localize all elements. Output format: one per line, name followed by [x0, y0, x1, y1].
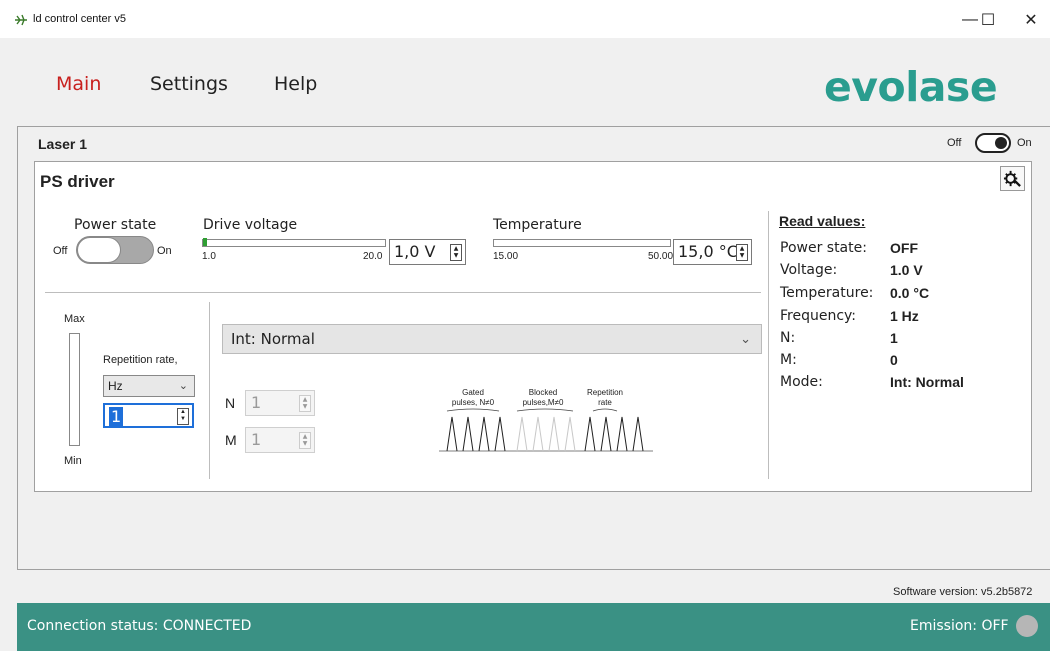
repetition-rate-value: 1	[109, 407, 124, 426]
software-version: Software version: v5.2b5872	[893, 586, 1033, 598]
temperature-value: 15,0 °C	[678, 242, 738, 261]
evolase-logo: evolase	[824, 63, 998, 111]
ps-driver-title: PS driver	[40, 172, 115, 191]
read-key-temperature: Temperature:	[780, 285, 874, 301]
read-key-n: N:	[780, 330, 796, 346]
power-state-off-label: Off	[53, 245, 68, 257]
level-min-label: Min	[64, 455, 82, 467]
emission-status: Emission: OFF	[910, 618, 1009, 634]
chevron-down-icon: ⌄	[178, 380, 188, 392]
menu-help[interactable]: Help	[274, 73, 317, 95]
window-title: ld control center v5	[33, 13, 126, 25]
driver-settings-button[interactable]	[1000, 166, 1025, 191]
diagram-rep-line1: Repetition	[587, 388, 623, 397]
power-state-on-label: On	[157, 245, 172, 257]
spinner-arrows-icon[interactable]: ▲ ▼	[177, 408, 189, 425]
divider	[209, 302, 210, 479]
read-key-power-state: Power state:	[780, 240, 867, 256]
diagram-blocked-line2: pulses,M≠0	[523, 398, 564, 407]
read-value-temperature: 0.0 °C	[890, 285, 930, 301]
gear-icon	[1003, 170, 1021, 187]
menu-main[interactable]: Main	[56, 73, 101, 95]
diagram-rep-line2: rate	[598, 398, 612, 407]
maximize-button[interactable]: ☐	[969, 8, 1007, 32]
diagram-gated-line1: Gated	[462, 388, 484, 397]
m-label: M	[225, 432, 237, 448]
read-value-voltage: 1.0 V	[890, 262, 923, 278]
connection-status: Connection status: CONNECTED	[27, 618, 252, 634]
read-key-m: M:	[780, 352, 797, 368]
drive-voltage-slider[interactable]	[202, 239, 386, 247]
power-state-label: Power state	[74, 217, 157, 233]
title-bar	[0, 0, 1050, 38]
repetition-rate-label: Repetition rate,	[103, 354, 178, 366]
drive-voltage-input[interactable]: 1,0 V ▲ ▼	[389, 239, 466, 265]
n-value: 1	[251, 393, 262, 412]
drive-voltage-max: 20.0	[363, 251, 383, 262]
temperature-slider[interactable]	[493, 239, 671, 247]
read-value-power-state: OFF	[890, 240, 918, 256]
n-input[interactable]: 1 ▲ ▼	[245, 390, 315, 416]
mode-select-value: Int: Normal	[231, 330, 315, 348]
spinner-arrows-icon[interactable]: ▲ ▼	[299, 432, 311, 449]
read-key-mode: Mode:	[780, 374, 823, 390]
read-value-n: 1	[890, 330, 898, 346]
read-value-m: 0	[890, 352, 898, 368]
divider	[768, 211, 769, 479]
repetition-unit-select[interactable]: Hz ⌄	[103, 375, 195, 397]
spinner-arrows-icon[interactable]: ▲ ▼	[736, 244, 748, 261]
temperature-label: Temperature	[493, 217, 582, 233]
drive-voltage-value: 1,0 V	[394, 242, 436, 261]
laser-power-toggle[interactable]	[975, 133, 1011, 153]
divider	[45, 292, 761, 293]
read-value-frequency: 1 Hz	[890, 308, 919, 324]
m-value: 1	[251, 430, 262, 449]
menu-settings[interactable]: Settings	[150, 73, 228, 95]
temperature-max: 50.00	[648, 251, 674, 262]
drive-voltage-label: Drive voltage	[203, 217, 298, 233]
app-icon	[15, 14, 27, 26]
laser-title: Laser 1	[38, 136, 88, 152]
diagram-blocked-line1: Blocked	[529, 388, 557, 397]
n-label: N	[225, 395, 236, 411]
level-max-label: Max	[64, 313, 85, 325]
power-state-toggle[interactable]	[76, 236, 154, 264]
temperature-input[interactable]: 15,0 °C ▲ ▼	[673, 239, 752, 265]
read-value-mode: Int: Normal	[890, 374, 964, 390]
drive-voltage-slider-fill	[203, 238, 207, 246]
level-bar	[69, 333, 80, 446]
read-values-title: Read values:	[779, 213, 866, 229]
temperature-min: 15.00	[493, 251, 519, 262]
mode-select[interactable]: Int: Normal ⌄	[222, 324, 762, 354]
laser-toggle-on-label: On	[1017, 137, 1032, 149]
laser-toggle-off-label: Off	[947, 137, 962, 149]
diagram-gated-line2: pulses, N≠0	[452, 398, 495, 407]
pulse-diagram: Gated pulses, N≠0 Blocked pulses,M≠0 Rep…	[439, 388, 653, 452]
drive-voltage-min: 1.0	[202, 251, 216, 262]
m-input[interactable]: 1 ▲ ▼	[245, 427, 315, 453]
spinner-arrows-icon[interactable]: ▲ ▼	[299, 395, 311, 412]
read-key-voltage: Voltage:	[780, 262, 838, 278]
repetition-unit-value: Hz	[108, 379, 123, 393]
close-button[interactable]: ✕	[1011, 8, 1050, 32]
chevron-down-icon: ⌄	[740, 332, 751, 347]
read-key-frequency: Frequency:	[780, 308, 857, 324]
emission-indicator-icon	[1016, 615, 1038, 637]
spinner-arrows-icon[interactable]: ▲ ▼	[450, 244, 462, 261]
repetition-rate-input[interactable]: 1 ▲ ▼	[103, 403, 194, 428]
